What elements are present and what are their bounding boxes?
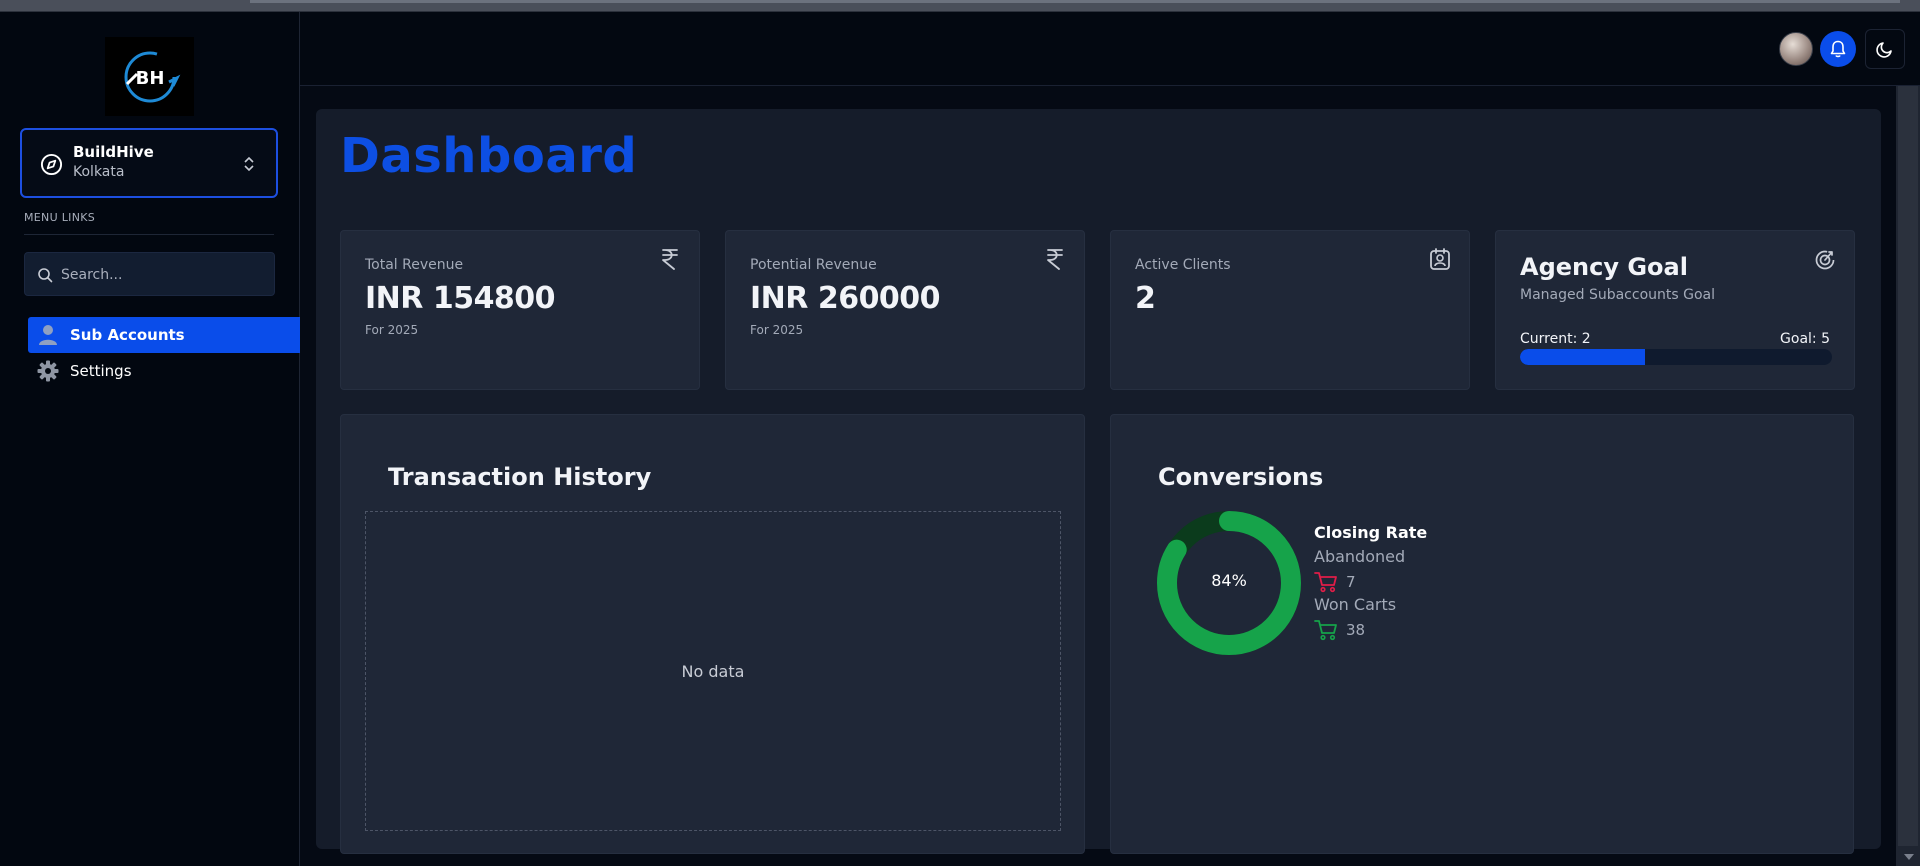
sidebar-item-sub-accounts[interactable]: Sub Accounts	[28, 317, 300, 353]
page-title: Dashboard	[340, 128, 638, 184]
card-label: Potential Revenue	[750, 257, 877, 273]
contact-icon	[1430, 248, 1450, 270]
gear-icon	[37, 360, 59, 382]
theme-toggle-button[interactable]	[1865, 29, 1905, 69]
goal-target-label: Goal: 5	[1780, 331, 1830, 347]
target-icon	[1815, 250, 1835, 270]
transaction-empty-state: No data	[365, 511, 1061, 831]
transaction-history-card: Transaction History No data	[340, 414, 1085, 854]
sidebar-item-settings[interactable]: Settings	[28, 353, 300, 389]
closing-rate-percent: 84%	[1211, 571, 1247, 590]
closing-rate-label: Closing Rate	[1314, 523, 1428, 542]
card-subtext: For 2025	[365, 323, 419, 337]
notifications-button[interactable]	[1820, 31, 1856, 67]
browser-top-strip	[0, 0, 1920, 12]
conversions-card: Conversions 84% Closing Rate Abandoned 7…	[1110, 414, 1854, 854]
chevron-up-down-icon	[244, 156, 254, 172]
scroll-down-arrow[interactable]	[1904, 854, 1914, 860]
org-location: Kolkata	[73, 164, 125, 180]
sidebar: BH BuildHive Kolkata MENU LINKS Sub A	[0, 12, 300, 866]
brand-logo[interactable]: BH	[105, 37, 194, 116]
active-clients-card: Active Clients 2	[1110, 230, 1470, 390]
card-label: Total Revenue	[365, 257, 464, 273]
transaction-history-title: Transaction History	[388, 463, 652, 491]
card-subtext: For 2025	[750, 323, 804, 337]
agency-goal-title: Agency Goal	[1520, 253, 1688, 281]
moon-icon	[1876, 42, 1892, 58]
top-header	[300, 12, 1920, 86]
org-name: BuildHive	[73, 143, 154, 161]
total-revenue-card: Total Revenue INR 154800 For 2025	[340, 230, 700, 390]
rupee-icon	[1047, 249, 1063, 270]
goal-progress-bar	[1520, 349, 1832, 365]
sidebar-item-label: Sub Accounts	[70, 326, 185, 344]
goal-progress-fill	[1520, 349, 1645, 365]
sidebar-item-label: Settings	[70, 362, 132, 380]
abandoned-row: 7	[1314, 569, 1427, 595]
won-carts-row: 38	[1314, 617, 1427, 643]
scrollbar-thumb[interactable]	[1898, 86, 1918, 846]
page-scrollbar[interactable]	[1896, 86, 1920, 866]
bell-icon	[1830, 40, 1846, 58]
potential-revenue-card: Potential Revenue INR 260000 For 2025	[725, 230, 1085, 390]
search-icon	[38, 268, 53, 283]
card-value: INR 154800	[365, 281, 556, 316]
rupee-icon	[662, 249, 678, 270]
agency-goal-subtitle: Managed Subaccounts Goal	[1520, 287, 1715, 303]
goal-current-label: Current: 2	[1520, 331, 1591, 347]
card-value: 2	[1135, 281, 1156, 316]
conversions-title: Conversions	[1158, 463, 1324, 491]
search-input[interactable]	[61, 263, 261, 287]
menu-links-heading: MENU LINKS	[24, 211, 96, 224]
won-carts-label: Won Carts	[1314, 595, 1397, 614]
abandoned-label: Abandoned	[1314, 547, 1406, 566]
menu-divider	[24, 234, 274, 235]
no-data-text: No data	[681, 662, 745, 681]
sidebar-search[interactable]	[24, 252, 275, 296]
user-avatar[interactable]	[1779, 32, 1813, 66]
brand-logo-text: BH	[135, 68, 164, 89]
agency-goal-card: Agency Goal Managed Subaccounts Goal Cur…	[1495, 230, 1855, 390]
compass-icon	[40, 153, 63, 176]
card-value: INR 260000	[750, 281, 941, 316]
user-icon	[37, 324, 59, 346]
conversions-legend: Closing Rate Abandoned 7 Won Carts 38	[1314, 523, 1427, 643]
org-switcher[interactable]: BuildHive Kolkata	[20, 128, 278, 198]
abandoned-count: 7	[1346, 573, 1356, 591]
cart-icon	[1314, 572, 1337, 593]
cart-icon	[1314, 620, 1337, 641]
won-carts-count: 38	[1346, 621, 1366, 639]
card-label: Active Clients	[1135, 257, 1231, 273]
